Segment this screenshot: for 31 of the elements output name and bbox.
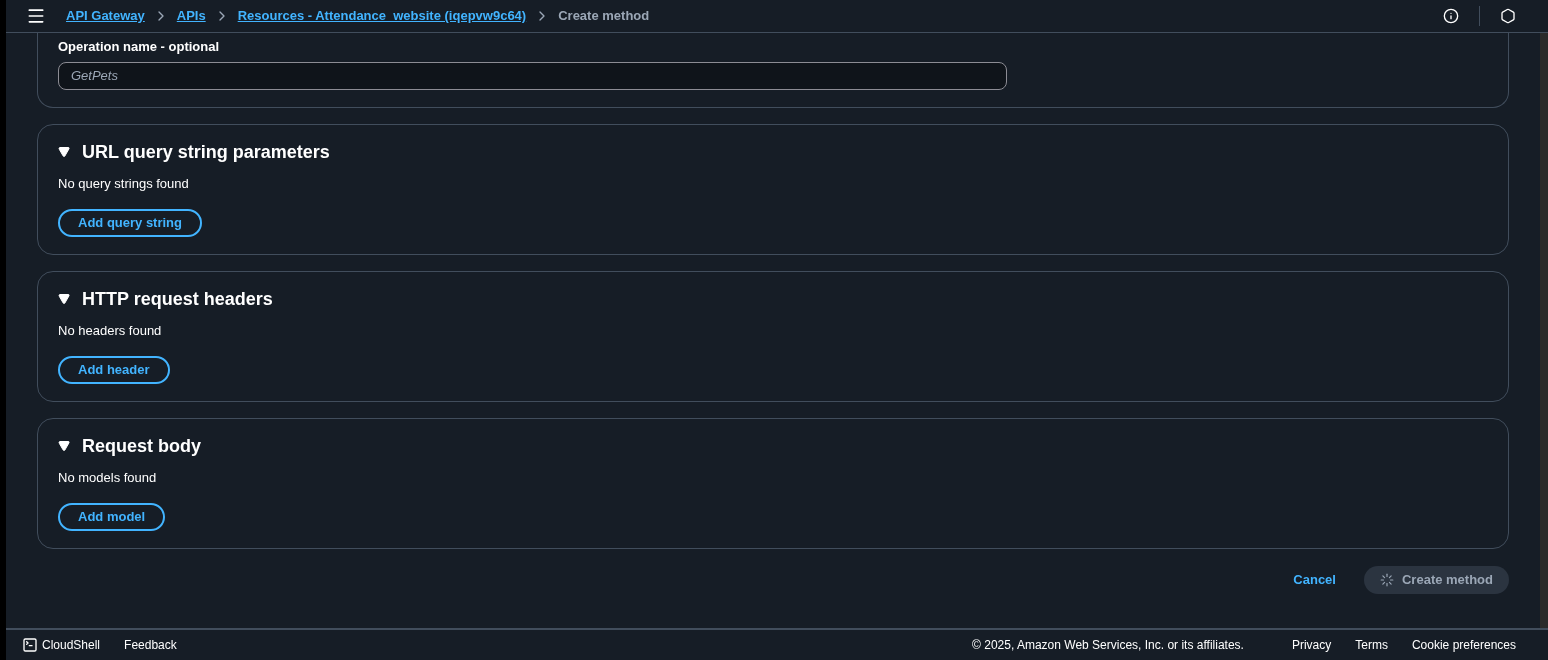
- hexagon-icon[interactable]: [1500, 8, 1516, 24]
- caret-down-icon[interactable]: [58, 146, 70, 158]
- add-button[interactable]: Add query string: [58, 209, 202, 237]
- breadcrumb-link[interactable]: API Gateway: [66, 6, 145, 26]
- info-icon[interactable]: [1443, 8, 1459, 24]
- section-title[interactable]: Request body: [82, 432, 201, 460]
- terminal-icon[interactable]: [22, 637, 38, 653]
- empty-message: No models found: [58, 468, 158, 487]
- breadcrumb-link[interactable]: Resources - Attendance_website (iqepvw9c64): [237, 6, 527, 26]
- scrollbar[interactable]: [1540, 33, 1548, 628]
- empty-message: No query strings found: [58, 174, 190, 193]
- section-title[interactable]: URL query string parameters: [82, 138, 330, 166]
- cancel-button[interactable]: Cancel: [1293, 569, 1336, 590]
- feedback-link[interactable]: Feedback: [124, 636, 177, 654]
- footer-link[interactable]: Cookie preferences: [1411, 636, 1516, 654]
- empty-message: No headers found: [58, 321, 163, 340]
- field-label: Operation name - optional: [58, 38, 221, 56]
- footer-link[interactable]: Privacy: [1291, 636, 1332, 654]
- section-title[interactable]: HTTP request headers: [82, 285, 273, 313]
- footer-link[interactable]: Terms: [1355, 636, 1388, 654]
- menu-icon[interactable]: [26, 6, 46, 26]
- caret-down-icon[interactable]: [58, 440, 70, 452]
- add-button[interactable]: Add header: [58, 356, 170, 384]
- operation-name-field[interactable]: GetPets: [58, 61, 1007, 90]
- caret-down-icon[interactable]: [58, 293, 70, 305]
- copyright-text: © 2025, Amazon Web Services, Inc. or its affiliates.: [972, 637, 1244, 654]
- add-button[interactable]: Add model: [58, 503, 166, 531]
- cloudshell-link[interactable]: CloudShell: [42, 636, 101, 654]
- spinner-icon: [1379, 572, 1394, 587]
- breadcrumb-current: Create method: [558, 7, 650, 26]
- breadcrumb-link[interactable]: APIs: [176, 6, 206, 26]
